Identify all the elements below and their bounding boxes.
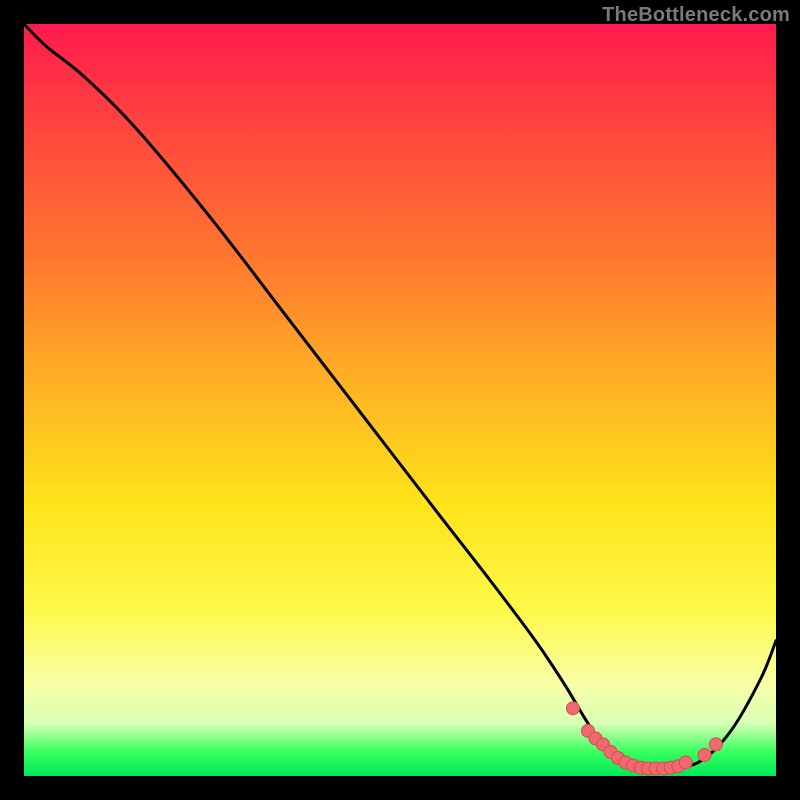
plot-area [24,24,776,776]
watermark-text: TheBottleneck.com [602,4,790,27]
marker-dot [679,756,692,769]
curve-layer [24,24,776,776]
marker-dot [698,748,711,761]
chart-container: TheBottleneck.com [0,0,800,800]
marker-dot [566,702,579,715]
optimal-region-dots [566,702,722,775]
marker-dot [709,738,722,751]
bottleneck-curve [24,24,776,770]
